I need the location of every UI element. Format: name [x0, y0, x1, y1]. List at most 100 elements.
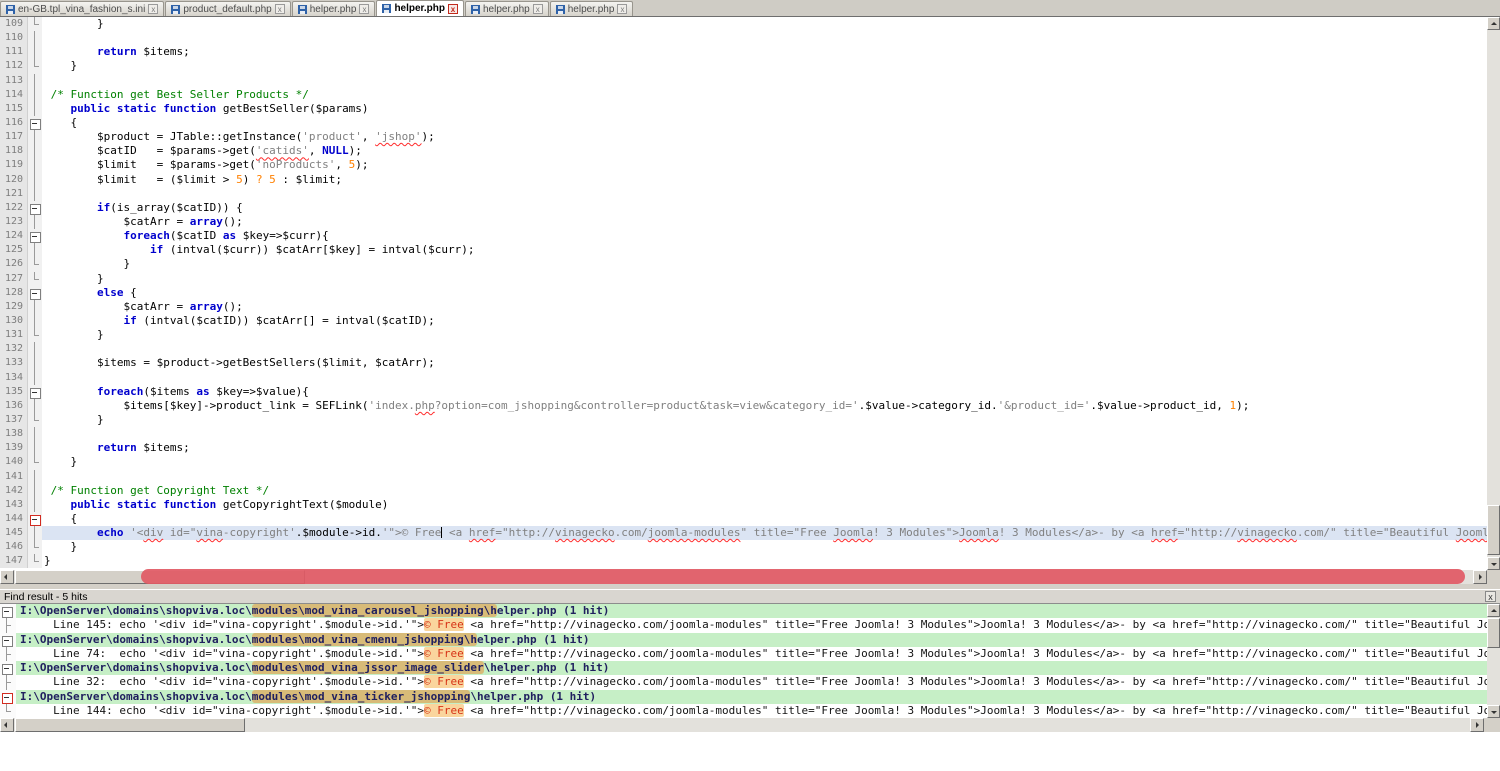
find-result-hit-row[interactable]: Line 74: echo '<div id="vina-copyright'.… [0, 647, 1487, 661]
tab-helper.php[interactable]: helper.phpx [550, 1, 634, 16]
code-line[interactable]: 112 } [0, 59, 1487, 73]
fold-marker-icon[interactable] [28, 59, 42, 73]
fold-marker-icon[interactable] [0, 618, 16, 632]
code-line[interactable]: 141 [0, 470, 1487, 484]
fold-marker-icon[interactable] [0, 604, 16, 618]
fold-marker-icon[interactable] [28, 215, 42, 229]
code-line[interactable]: 124 foreach($catID as $key=>$curr){ [0, 229, 1487, 243]
find-hscroll-thumb[interactable] [15, 718, 245, 732]
find-vscroll-thumb[interactable] [1487, 618, 1500, 648]
fold-marker-icon[interactable] [28, 243, 42, 257]
fold-marker-icon[interactable] [28, 540, 42, 554]
fold-marker-icon[interactable] [28, 130, 42, 144]
code-line[interactable]: 143 public static function getCopyrightT… [0, 498, 1487, 512]
fold-marker-icon[interactable] [28, 512, 42, 526]
fold-marker-icon[interactable] [28, 399, 42, 413]
tab-en-GB.tpl_vina_fashion_s.ini[interactable]: en-GB.tpl_vina_fashion_s.inix [0, 1, 164, 16]
find-horizontal-scrollbar[interactable] [0, 718, 1484, 732]
fold-marker-icon[interactable] [28, 272, 42, 286]
fold-marker-icon[interactable] [28, 116, 42, 130]
code-line[interactable]: 145 echo '<div id="vina-copyright'.$modu… [0, 526, 1487, 540]
close-icon[interactable]: x [148, 4, 158, 14]
code-line[interactable]: 131 } [0, 328, 1487, 342]
code-line[interactable]: 122 if(is_array($catID)) { [0, 201, 1487, 215]
code-line[interactable]: 109 } [0, 17, 1487, 31]
fold-marker-icon[interactable] [28, 74, 42, 88]
code-line[interactable]: 113 [0, 74, 1487, 88]
code-line[interactable]: 115 public static function getBestSeller… [0, 102, 1487, 116]
tab-helper.php[interactable]: helper.phpx [292, 1, 376, 16]
find-vertical-scrollbar[interactable] [1487, 604, 1500, 718]
code-line[interactable]: 120 $limit = ($limit > 5) ? 5 : $limit; [0, 173, 1487, 187]
fold-marker-icon[interactable] [28, 328, 42, 342]
fold-marker-icon[interactable] [0, 647, 16, 661]
code-line[interactable]: 111 return $items; [0, 45, 1487, 59]
fold-marker-icon[interactable] [28, 286, 42, 300]
fold-marker-icon[interactable] [28, 173, 42, 187]
close-icon[interactable]: x [533, 4, 543, 14]
code-line[interactable]: 137 } [0, 413, 1487, 427]
fold-marker-icon[interactable] [28, 470, 42, 484]
close-icon[interactable]: x [448, 4, 458, 14]
tab-product_default.php[interactable]: product_default.phpx [165, 1, 290, 16]
code-line[interactable]: 119 $limit = $params->get('noProducts', … [0, 158, 1487, 172]
find-result-hit-row[interactable]: Line 144: echo '<div id="vina-copyright'… [0, 704, 1487, 718]
code-line[interactable]: 126 } [0, 257, 1487, 271]
code-line[interactable]: 116 { [0, 116, 1487, 130]
scroll-right-icon[interactable] [1470, 718, 1484, 732]
code-line[interactable]: 146 } [0, 540, 1487, 554]
editor-horizontal-scrollbar[interactable] [0, 570, 1487, 584]
fold-marker-icon[interactable] [28, 31, 42, 45]
fold-marker-icon[interactable] [28, 187, 42, 201]
fold-marker-icon[interactable] [0, 704, 16, 718]
fold-marker-icon[interactable] [28, 201, 42, 215]
fold-marker-icon[interactable] [0, 633, 16, 647]
find-results-close-button[interactable]: x [1485, 591, 1496, 602]
find-result-file-row[interactable]: I:\OpenServer\domains\shopviva.loc\modul… [0, 661, 1487, 675]
fold-marker-icon[interactable] [28, 385, 42, 399]
fold-marker-icon[interactable] [28, 229, 42, 243]
fold-marker-icon[interactable] [28, 356, 42, 370]
fold-marker-icon[interactable] [28, 158, 42, 172]
code-line[interactable]: 110 [0, 31, 1487, 45]
code-line[interactable]: 114 /* Function get Best Seller Products… [0, 88, 1487, 102]
code-line[interactable]: 121 [0, 187, 1487, 201]
code-line[interactable]: 139 return $items; [0, 441, 1487, 455]
scroll-left-icon[interactable] [0, 570, 14, 584]
close-icon[interactable]: x [275, 4, 285, 14]
find-result-hit-row[interactable]: Line 145: echo '<div id="vina-copyright'… [0, 618, 1487, 632]
code-line[interactable]: 117 $product = JTable::getInstance('prod… [0, 130, 1487, 144]
code-line[interactable]: 135 foreach($items as $key=>$value){ [0, 385, 1487, 399]
close-icon[interactable]: x [359, 4, 369, 14]
code-line[interactable]: 129 $catArr = array(); [0, 300, 1487, 314]
editor-vertical-scrollbar[interactable] [1487, 17, 1500, 570]
code-line[interactable]: 142 /* Function get Copyright Text */ [0, 484, 1487, 498]
code-line[interactable]: 134 [0, 371, 1487, 385]
fold-marker-icon[interactable] [28, 342, 42, 356]
fold-marker-icon[interactable] [28, 413, 42, 427]
scroll-left-icon[interactable] [0, 718, 14, 732]
scroll-down-icon[interactable] [1487, 705, 1500, 718]
fold-marker-icon[interactable] [28, 144, 42, 158]
fold-marker-icon[interactable] [28, 427, 42, 441]
scroll-right-icon[interactable] [1473, 570, 1487, 584]
tab-helper.php[interactable]: helper.phpx [465, 1, 549, 16]
code-line[interactable]: 132 [0, 342, 1487, 356]
fold-marker-icon[interactable] [28, 526, 42, 540]
scroll-up-icon[interactable] [1487, 604, 1500, 617]
find-result-hit-row[interactable]: Line 32: echo '<div id="vina-copyright'.… [0, 675, 1487, 689]
fold-marker-icon[interactable] [28, 314, 42, 328]
fold-marker-icon[interactable] [28, 554, 42, 568]
editor-pane[interactable]: 109 }110111 return $items;112 }113114 /*… [0, 17, 1487, 570]
code-line[interactable]: 118 $catID = $params->get('catids', NULL… [0, 144, 1487, 158]
code-line[interactable]: 140 } [0, 455, 1487, 469]
code-line[interactable]: 130 if (intval($catID)) $catArr[] = intv… [0, 314, 1487, 328]
find-result-file-row[interactable]: I:\OpenServer\domains\shopviva.loc\modul… [0, 604, 1487, 618]
code-line[interactable]: 136 $items[$key]->product_link = SEFLink… [0, 399, 1487, 413]
fold-marker-icon[interactable] [28, 498, 42, 512]
fold-marker-icon[interactable] [0, 661, 16, 675]
code-line[interactable]: 127 } [0, 272, 1487, 286]
fold-marker-icon[interactable] [28, 45, 42, 59]
code-line[interactable]: 138 [0, 427, 1487, 441]
fold-marker-icon[interactable] [28, 484, 42, 498]
